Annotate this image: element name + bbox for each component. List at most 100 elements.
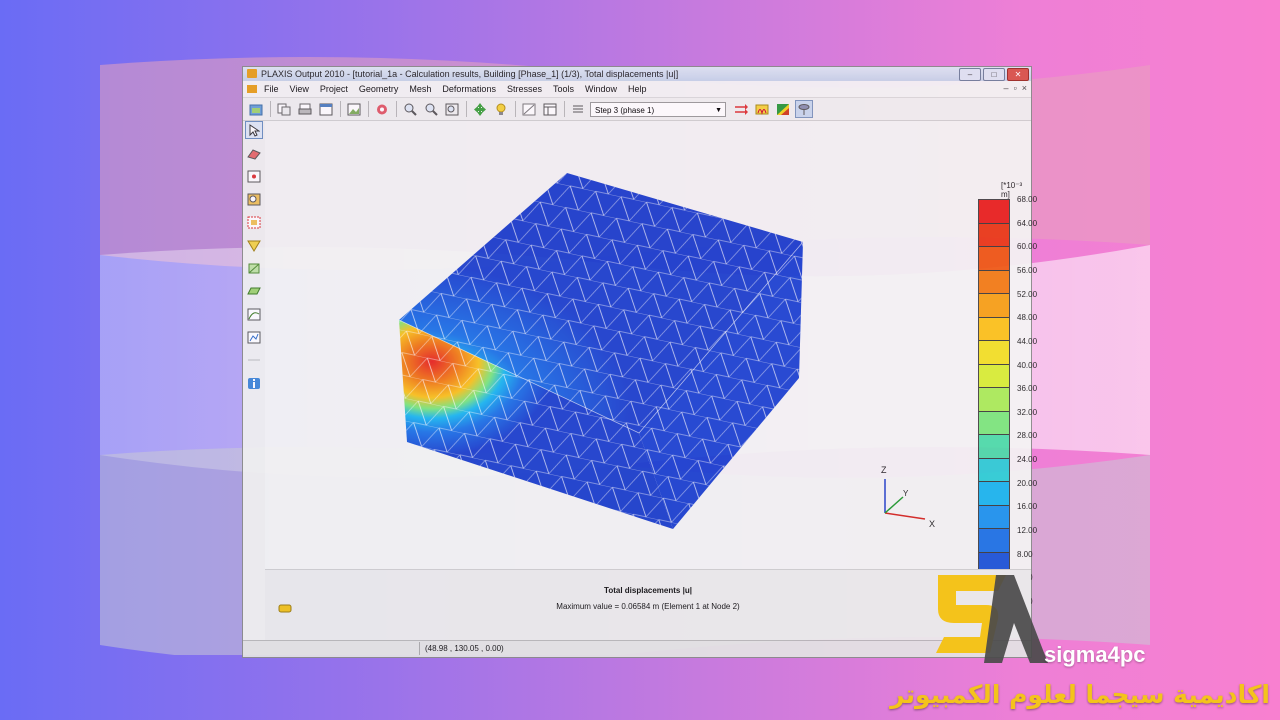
title-bar: PLAXIS Output 2010 - [tutorial_1a - Calc… bbox=[243, 67, 1031, 81]
shadings-icon[interactable] bbox=[774, 100, 792, 118]
legend-swatch bbox=[979, 223, 1009, 248]
legend-label: 56.00 bbox=[1017, 265, 1038, 275]
chart-tool-icon[interactable] bbox=[245, 328, 263, 346]
axis-z-label: Z bbox=[881, 465, 887, 475]
step-list-icon[interactable] bbox=[569, 100, 587, 118]
step-select[interactable]: Step 3 (phase 1) ▼ bbox=[590, 101, 726, 117]
distance-measure-icon[interactable] bbox=[245, 236, 263, 254]
iso-surfaces-icon[interactable] bbox=[795, 100, 813, 118]
legend-label: 36.00 bbox=[1017, 384, 1038, 394]
legend-swatch bbox=[979, 317, 1009, 342]
legend-swatch bbox=[979, 294, 1009, 318]
legend-swatch bbox=[979, 200, 1009, 224]
menu-window[interactable]: Window bbox=[585, 84, 617, 94]
brand-name: sigma4pc bbox=[1044, 642, 1146, 667]
plane-section-icon[interactable] bbox=[245, 282, 263, 300]
doc-minimize-button[interactable]: – bbox=[1004, 83, 1009, 93]
menu-mesh[interactable]: Mesh bbox=[409, 84, 431, 94]
left-toolbar bbox=[245, 121, 265, 397]
info-icon[interactable] bbox=[245, 374, 263, 392]
axis-y-label: Y bbox=[903, 489, 909, 498]
legend-swatch bbox=[979, 364, 1009, 389]
toolbar: Step 3 (phase 1) ▼ bbox=[243, 98, 1031, 121]
curve-manager-icon[interactable] bbox=[245, 305, 263, 323]
legend-swatch bbox=[979, 411, 1009, 436]
node-select-icon[interactable] bbox=[245, 167, 263, 185]
legend-label: 24.00 bbox=[1017, 455, 1038, 465]
copy-icon[interactable] bbox=[275, 100, 293, 118]
menu-help[interactable]: Help bbox=[628, 84, 647, 94]
rotate-3d-icon[interactable] bbox=[245, 144, 263, 162]
legend-label: 68.00 bbox=[1017, 195, 1038, 204]
plaxis-app-icon bbox=[247, 69, 257, 78]
step-select-value: Step 3 (phase 1) bbox=[595, 105, 655, 115]
chevron-down-icon: ▼ bbox=[715, 106, 722, 114]
contour-lines-icon[interactable] bbox=[753, 100, 771, 118]
document-icon bbox=[247, 85, 257, 93]
legend-swatch bbox=[979, 435, 1009, 459]
menu-stresses[interactable]: Stresses bbox=[507, 84, 542, 94]
model-viewport[interactable]: Z Y X [*10⁻³ m] 68.00 64.00 60.00 56.00 52.0… bbox=[265, 121, 1037, 606]
arrows-icon[interactable] bbox=[732, 100, 750, 118]
cross-section-tool-icon[interactable] bbox=[245, 259, 263, 277]
pan-icon[interactable] bbox=[471, 100, 489, 118]
legend-swatch bbox=[979, 529, 1009, 553]
zoom-fit-icon[interactable] bbox=[443, 100, 461, 118]
select-pointer-icon[interactable] bbox=[245, 121, 263, 139]
legend-swatch bbox=[979, 270, 1009, 295]
legend-swatch bbox=[979, 388, 1009, 412]
legend-swatch bbox=[979, 247, 1009, 271]
menu-file[interactable]: File bbox=[264, 84, 279, 94]
menu-view[interactable]: View bbox=[290, 84, 309, 94]
menu-project[interactable]: Project bbox=[320, 84, 348, 94]
select-region-icon[interactable] bbox=[245, 213, 263, 231]
status-bar: (48.98 , 130.05 , 0.00) bbox=[243, 640, 1031, 657]
displacement-contour-3d-model[interactable]: Z Y X bbox=[265, 121, 1031, 569]
doc-close-button[interactable]: × bbox=[1022, 83, 1027, 93]
menu-deformations[interactable]: Deformations bbox=[442, 84, 496, 94]
cursor-coordinates: (48.98 , 130.05 , 0.00) bbox=[425, 644, 504, 653]
open-project-button[interactable] bbox=[247, 100, 265, 118]
separator-icon bbox=[245, 351, 263, 369]
legend-label: 16.00 bbox=[1017, 502, 1038, 512]
legend-swatch bbox=[979, 458, 1009, 483]
doc-restore-button[interactable]: ▫ bbox=[1014, 83, 1017, 93]
menu-tools[interactable]: Tools bbox=[553, 84, 574, 94]
sigma4pc-logo bbox=[936, 575, 1048, 663]
legend-label: 20.00 bbox=[1017, 478, 1038, 488]
zoom-in-icon[interactable] bbox=[401, 100, 419, 118]
legend-label: 28.00 bbox=[1017, 431, 1038, 441]
result-max-value: Maximum value = 0.06584 m (Element 1 at … bbox=[556, 602, 740, 611]
legend-label: 48.00 bbox=[1017, 313, 1038, 323]
legend-label: 12.00 bbox=[1017, 526, 1038, 536]
menu-geometry[interactable]: Geometry bbox=[359, 84, 399, 94]
menu-bar: File View Project Geometry Mesh Deformat… bbox=[243, 81, 1031, 98]
legend-swatch bbox=[979, 482, 1009, 506]
cross-section-icon[interactable] bbox=[520, 100, 538, 118]
plaxis-output-window: PLAXIS Output 2010 - [tutorial_1a - Calc… bbox=[242, 66, 1037, 658]
maximize-button[interactable]: □ bbox=[983, 68, 1005, 81]
legend-label: 52.00 bbox=[1017, 289, 1038, 299]
image-export-icon[interactable] bbox=[345, 100, 363, 118]
result-title: Total displacements |u| bbox=[604, 586, 692, 595]
zoom-window-icon[interactable] bbox=[245, 190, 263, 208]
close-button[interactable]: ✕ bbox=[1007, 68, 1029, 81]
legend-label: 8.00 bbox=[1017, 549, 1033, 559]
legend-label: 40.00 bbox=[1017, 360, 1038, 370]
minimize-button[interactable]: – bbox=[959, 68, 981, 81]
report-icon[interactable] bbox=[317, 100, 335, 118]
document-window-controls: – ▫ × bbox=[1004, 83, 1027, 93]
table-icon[interactable] bbox=[541, 100, 559, 118]
print-icon[interactable] bbox=[296, 100, 314, 118]
legend-label: 60.00 bbox=[1017, 242, 1038, 252]
rotate-view-icon[interactable] bbox=[373, 100, 391, 118]
axis-triad: Z Y X bbox=[881, 465, 935, 529]
legend-label: 32.00 bbox=[1017, 407, 1038, 417]
zoom-out-icon[interactable] bbox=[422, 100, 440, 118]
legend-color-bar bbox=[978, 199, 1010, 601]
light-bulb-icon[interactable] bbox=[492, 100, 510, 118]
legend-swatch bbox=[979, 505, 1009, 530]
legend-label: 64.00 bbox=[1017, 218, 1038, 228]
legend-swatch bbox=[979, 341, 1009, 365]
window-controls: – □ ✕ bbox=[959, 68, 1029, 81]
